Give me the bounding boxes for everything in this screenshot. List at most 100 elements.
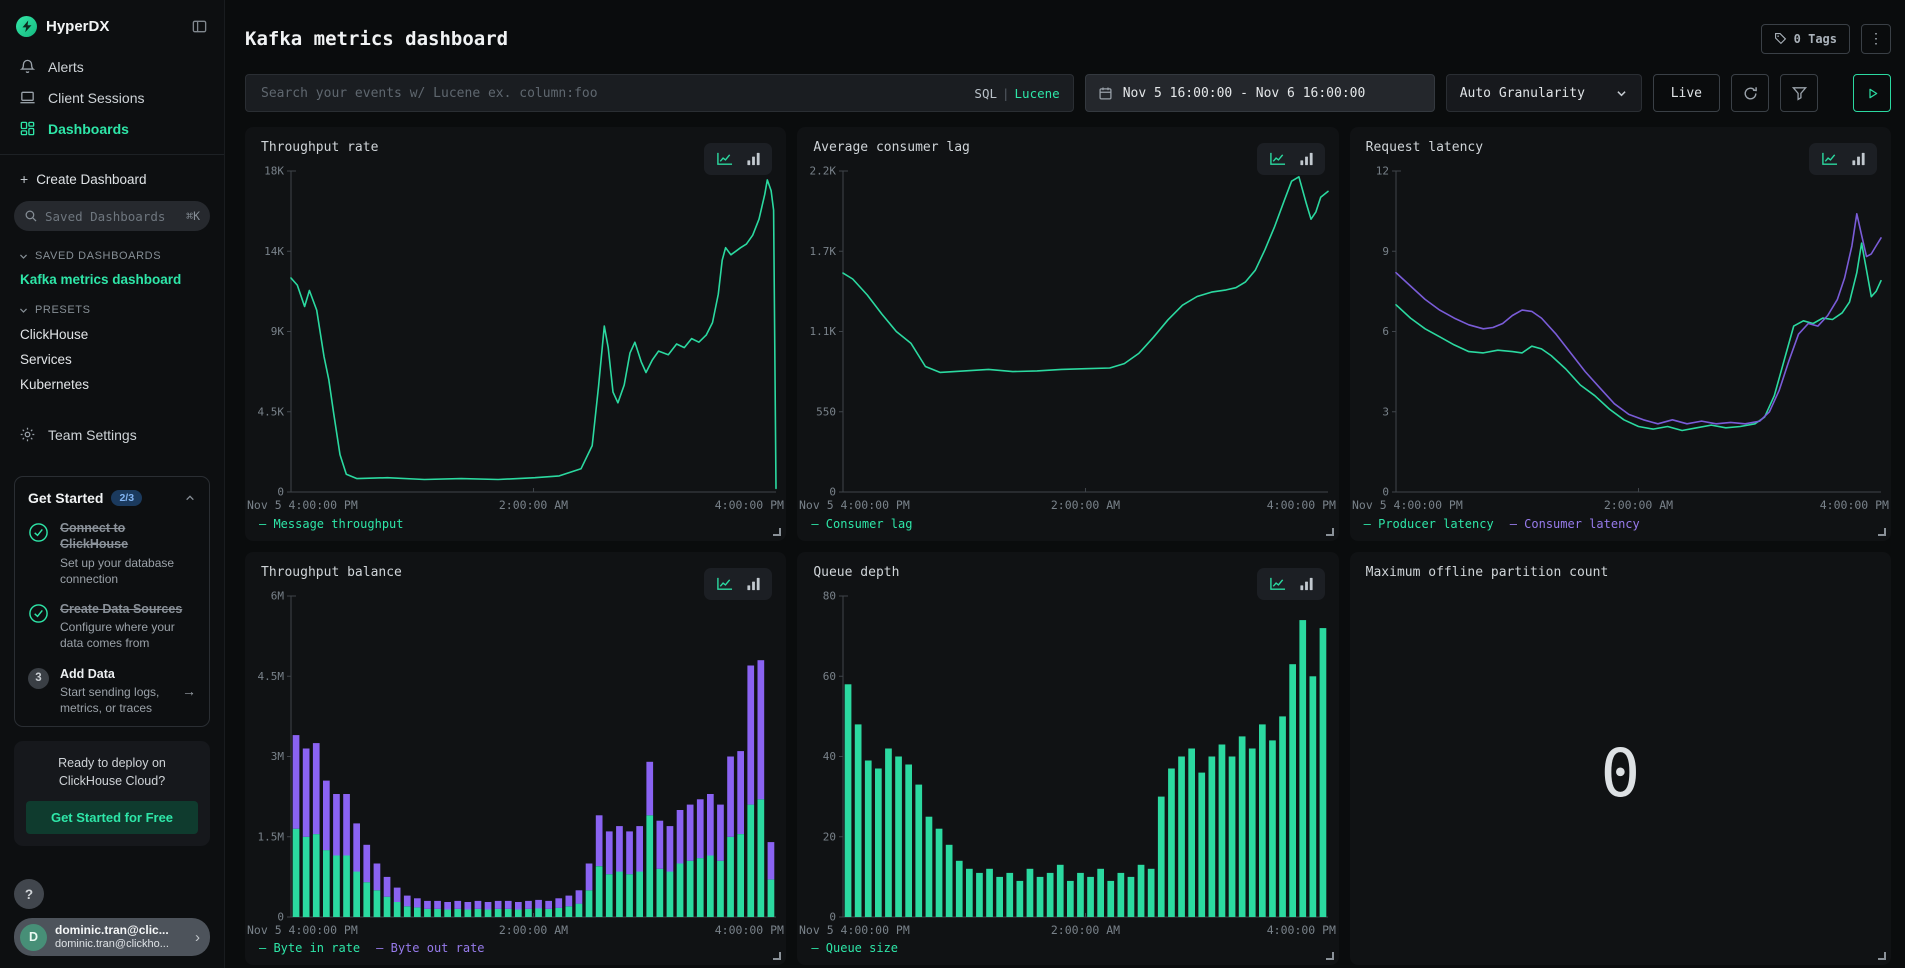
get-started-step[interactable]: Connect to ClickHouse Set up your databa…	[28, 520, 196, 587]
run-query-button[interactable]	[1853, 74, 1891, 112]
step-number-circle: 3	[28, 666, 50, 717]
live-button[interactable]: Live	[1653, 74, 1720, 112]
line-chart-icon[interactable]	[1268, 151, 1287, 167]
chart-canvas[interactable]: 18K14K9K4.5K0Nov 5 4:00:00 PM2:00:00 AM4…	[245, 157, 786, 514]
tags-button[interactable]: 0 Tags	[1761, 24, 1850, 54]
bar-chart-icon[interactable]	[746, 151, 761, 167]
legend-item[interactable]: — Byte in rate	[259, 941, 360, 955]
check-circle-icon	[28, 520, 50, 587]
help-button[interactable]: ?	[14, 879, 44, 909]
line-chart-icon[interactable]	[715, 576, 734, 592]
svg-text:4:00:00 PM: 4:00:00 PM	[715, 923, 784, 937]
line-chart-icon[interactable]	[1268, 576, 1287, 592]
get-started-free-button[interactable]: Get Started for Free	[26, 801, 198, 834]
panel-resize-handle[interactable]	[773, 952, 781, 960]
svg-text:Nov 5 4:00:00 PM: Nov 5 4:00:00 PM	[799, 498, 910, 512]
chart-svg: 2.2K1.7K1.1K5500Nov 5 4:00:00 PM2:00:00 …	[797, 157, 1338, 514]
svg-text:6M: 6M	[271, 589, 285, 602]
panel-resize-handle[interactable]	[1878, 528, 1886, 536]
svg-text:80: 80	[823, 589, 836, 602]
panel-resize-handle[interactable]	[1326, 528, 1334, 536]
legend-item[interactable]: — Byte out rate	[376, 941, 484, 955]
panel-resize-handle[interactable]	[1326, 952, 1334, 960]
chart-canvas[interactable]: 129630Nov 5 4:00:00 PM2:00:00 AM4:00:00 …	[1350, 157, 1891, 514]
sidebar-item-label: Alerts	[48, 59, 84, 75]
svg-text:0: 0	[277, 486, 284, 499]
chart-canvas[interactable]: 806040200Nov 5 4:00:00 PM2:00:00 AM4:00:…	[797, 582, 1338, 939]
step-title: Connect to ClickHouse	[60, 520, 196, 553]
deploy-card: Ready to deploy on ClickHouse Cloud? Get…	[14, 741, 210, 846]
get-started-title: Get Started	[28, 490, 103, 506]
panel-resize-handle[interactable]	[773, 528, 781, 536]
sidebar-collapse-icon[interactable]	[191, 18, 208, 35]
bar-chart-icon[interactable]	[1299, 576, 1314, 592]
svg-text:1.1K: 1.1K	[810, 325, 837, 338]
line-chart-icon[interactable]	[1820, 151, 1839, 167]
legend-item[interactable]: — Queue size	[811, 941, 898, 955]
kebab-icon: ⋮	[1869, 30, 1883, 47]
laptop-icon	[18, 89, 36, 106]
svg-text:4:00:00 PM: 4:00:00 PM	[1267, 923, 1336, 937]
lucene-toggle[interactable]: Lucene	[1015, 86, 1060, 101]
get-started-step[interactable]: 3 Add Data Start sending logs, metrics, …	[28, 666, 196, 717]
svg-text:Nov 5 4:00:00 PM: Nov 5 4:00:00 PM	[1352, 498, 1463, 512]
filter-button[interactable]	[1780, 74, 1818, 112]
create-dashboard-button[interactable]: + Create Dashboard	[14, 167, 210, 199]
preset-clickhouse[interactable]: ClickHouse	[14, 322, 210, 347]
bar-chart-icon[interactable]	[746, 576, 761, 592]
gear-icon	[18, 426, 36, 443]
play-icon	[1865, 86, 1880, 101]
chevron-right-icon: ›	[195, 929, 200, 946]
sidebar-item-kafka-dashboard[interactable]: Kafka metrics dashboard	[14, 268, 210, 297]
preset-services[interactable]: Services	[14, 347, 210, 372]
sidebar-item-client-sessions[interactable]: Client Sessions	[14, 82, 210, 113]
svg-text:550: 550	[816, 406, 836, 419]
get-started-step[interactable]: Create Data Sources Configure where your…	[28, 601, 196, 652]
svg-text:Nov 5 4:00:00 PM: Nov 5 4:00:00 PM	[799, 923, 910, 937]
query-language-toggle[interactable]: SQL|Lucene	[974, 86, 1059, 101]
calendar-icon	[1098, 86, 1113, 101]
chart-canvas[interactable]: 6M4.5M3M1.5M0Nov 5 4:00:00 PM2:00:00 AM4…	[245, 582, 786, 939]
legend-item[interactable]: — Consumer latency	[1510, 517, 1640, 531]
saved-dashboards-search[interactable]: Saved Dashboards ⌘K	[14, 201, 210, 231]
section-label: SAVED DASHBOARDS	[35, 250, 161, 262]
panel-request-latency: Request latency 129630Nov 5 4:00:00 PM2:…	[1350, 127, 1891, 540]
date-range-picker[interactable]: Nov 5 16:00:00 - Nov 6 16:00:00	[1085, 74, 1435, 112]
svg-text:0: 0	[1382, 486, 1389, 499]
line-chart-icon[interactable]	[715, 151, 734, 167]
bar-chart-icon[interactable]	[1299, 151, 1314, 167]
panel-resize-handle[interactable]	[1878, 952, 1886, 960]
user-name: dominic.tran@clic...	[55, 923, 187, 938]
bar-chart-icon[interactable]	[1851, 151, 1866, 167]
event-search-box[interactable]: SQL|Lucene	[245, 74, 1074, 112]
more-options-button[interactable]: ⋮	[1861, 24, 1891, 54]
sidebar-item-alerts[interactable]: Alerts	[14, 51, 210, 82]
saved-dashboards-section-header[interactable]: SAVED DASHBOARDS	[14, 243, 210, 268]
granularity-select[interactable]: Auto Granularity	[1446, 74, 1642, 112]
sql-toggle[interactable]: SQL	[974, 86, 997, 101]
chevron-down-icon	[18, 305, 29, 316]
legend-item[interactable]: — Consumer lag	[811, 517, 912, 531]
filter-icon	[1791, 85, 1808, 102]
svg-text:4.5M: 4.5M	[258, 669, 285, 682]
legend-item[interactable]: — Message throughput	[259, 517, 404, 531]
chevron-up-icon[interactable]	[184, 492, 196, 504]
sidebar-item-dashboards[interactable]: Dashboards	[14, 113, 210, 144]
refresh-button[interactable]	[1731, 74, 1769, 112]
svg-text:18K: 18K	[264, 165, 284, 178]
get-started-header[interactable]: Get Started 2/3	[28, 490, 196, 506]
search-input[interactable]	[259, 85, 964, 102]
chart-canvas[interactable]: 2.2K1.7K1.1K5500Nov 5 4:00:00 PM2:00:00 …	[797, 157, 1338, 514]
svg-text:2:00:00 AM: 2:00:00 AM	[499, 498, 568, 512]
legend-item[interactable]: — Producer latency	[1364, 517, 1494, 531]
sidebar-item-team-settings[interactable]: Team Settings	[14, 419, 210, 450]
chart-toolbar	[704, 568, 772, 600]
presets-section-header[interactable]: PRESETS	[14, 297, 210, 322]
chart-legend: — Byte in rate — Byte out rate	[245, 939, 786, 965]
svg-text:3: 3	[1382, 406, 1389, 419]
panel-throughput-rate: Throughput rate 18K14K9K4.5K0Nov 5 4:00:…	[245, 127, 786, 540]
preset-kubernetes[interactable]: Kubernetes	[14, 372, 210, 397]
user-menu[interactable]: D dominic.tran@clic... dominic.tran@clic…	[14, 918, 210, 956]
step-desc: Set up your database connection	[60, 555, 196, 587]
svg-text:14K: 14K	[264, 245, 284, 258]
